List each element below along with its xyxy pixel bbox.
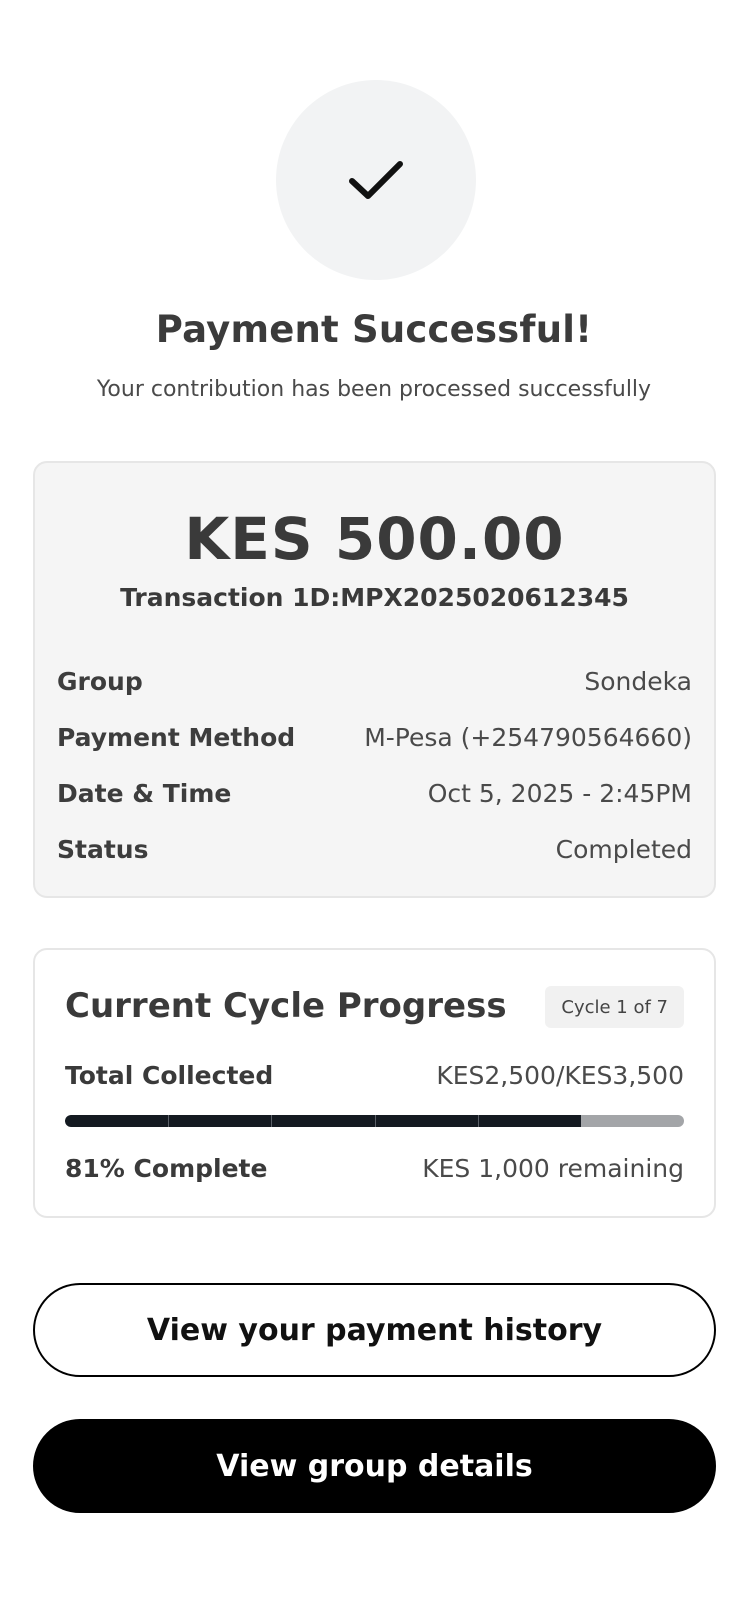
progress-segment-divider: [477, 1115, 479, 1127]
transaction-id: Transaction 1D:MPX2025020612345: [120, 583, 629, 612]
payment-amount: KES 500.00: [184, 505, 565, 573]
detail-row-date-time: Date & Time Oct 5, 2025 - 2:45PM: [57, 775, 692, 811]
cycle-badge: Cycle 1 of 7: [545, 986, 684, 1028]
cycle-progress-card: Current Cycle Progress Cycle 1 of 7 Tota…: [33, 948, 716, 1218]
total-collected-row: Total Collected KES2,500/KES3,500: [65, 1057, 684, 1093]
detail-value: Sondeka: [584, 666, 692, 696]
detail-row-payment-method: Payment Method M-Pesa (+254790564660): [57, 719, 692, 755]
detail-row-group: Group Sondeka: [57, 663, 692, 699]
page-title: Payment Successful!: [155, 308, 593, 351]
remaining-amount: KES 1,000 remaining: [422, 1153, 684, 1183]
total-collected-label: Total Collected: [65, 1060, 274, 1090]
page-subtitle: Your contribution has been processed suc…: [96, 377, 652, 402]
success-icon-circle: [276, 80, 476, 280]
progress-segment-divider: [168, 1115, 170, 1127]
detail-label: Date & Time: [57, 778, 232, 808]
status-value: Completed: [555, 834, 692, 864]
detail-label: Group: [57, 666, 143, 696]
total-collected-value: KES2,500/KES3,500: [436, 1060, 684, 1090]
percent-complete: 81% Complete: [65, 1153, 268, 1183]
payment-history-button[interactable]: View your payment history: [33, 1283, 716, 1377]
progress-bar-fill: [65, 1115, 582, 1127]
detail-row-status: Status Completed: [57, 831, 692, 867]
progress-summary-row: 81% Complete KES 1,000 remaining: [65, 1150, 684, 1186]
detail-value: M-Pesa (+254790564660): [364, 722, 692, 752]
group-details-button[interactable]: View group details: [33, 1419, 716, 1513]
receipt-card: KES 500.00 Transaction 1D:MPX20250206123…: [33, 461, 716, 898]
check-icon: [349, 161, 403, 199]
detail-value: Oct 5, 2025 - 2:45PM: [427, 778, 692, 808]
progress-title: Current Cycle Progress: [65, 986, 507, 1026]
detail-label: Payment Method: [57, 722, 296, 752]
detail-label: Status: [57, 834, 149, 864]
progress-segment-divider: [271, 1115, 273, 1127]
progress-bar: [65, 1115, 684, 1127]
progress-segment-divider: [374, 1115, 376, 1127]
